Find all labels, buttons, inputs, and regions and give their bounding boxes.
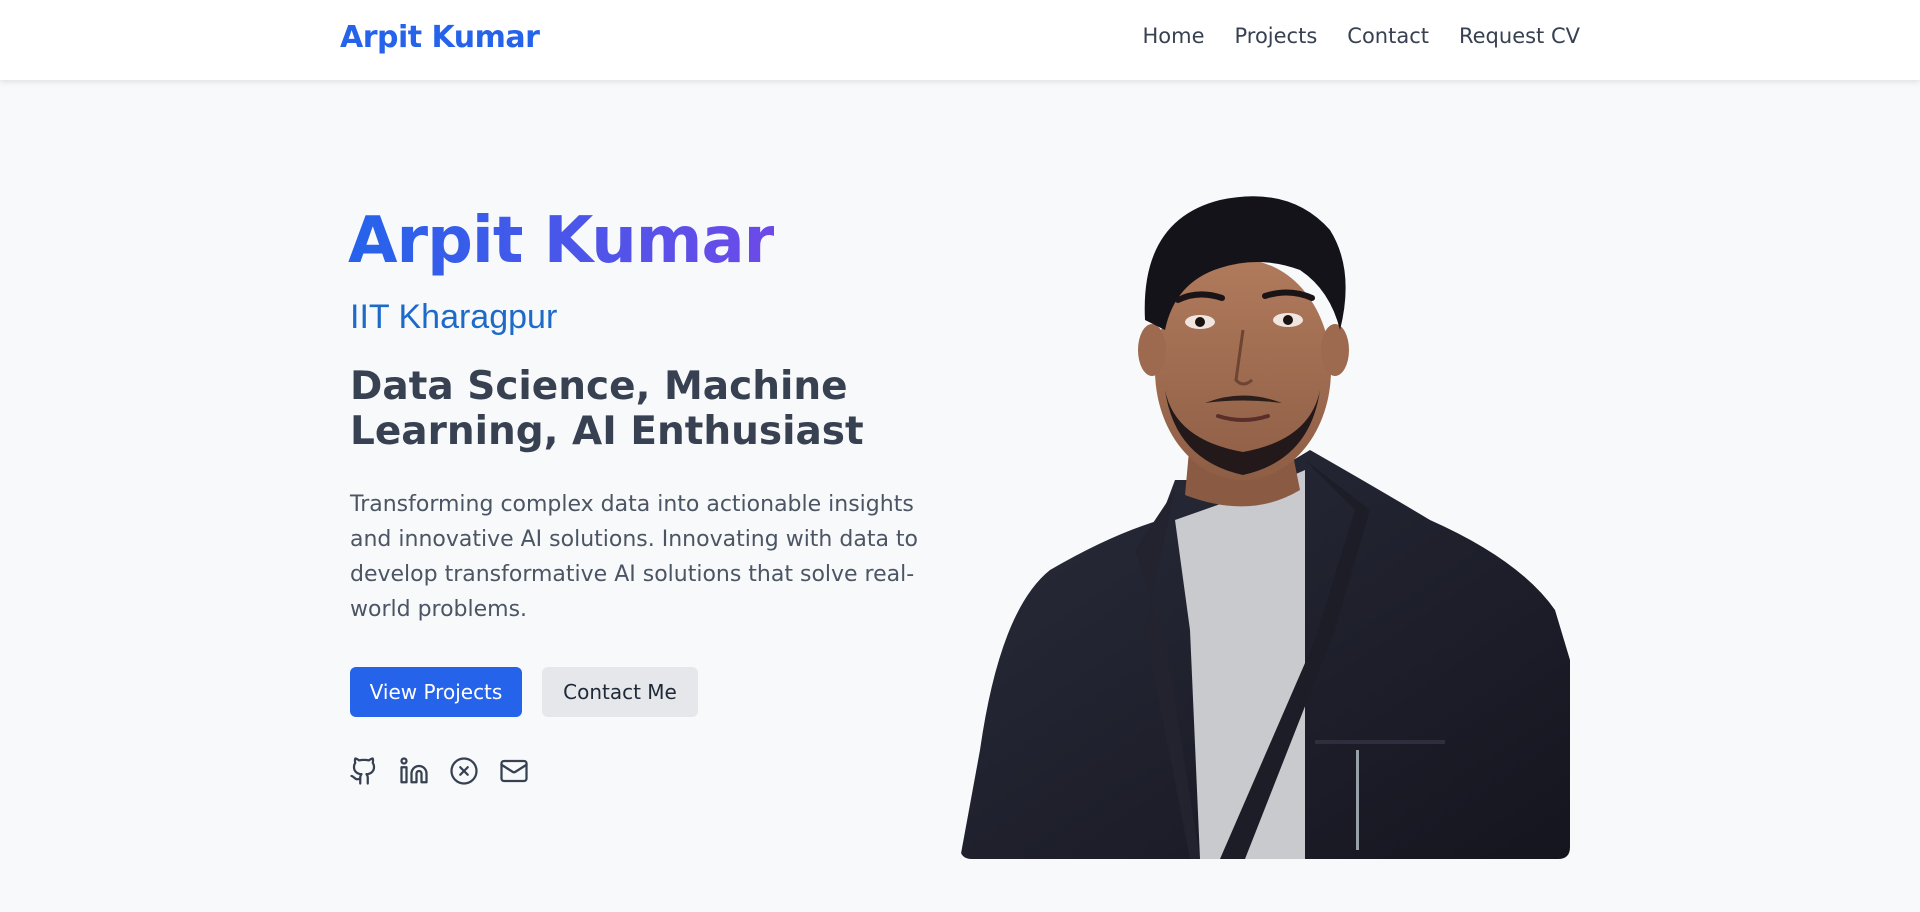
profile-photo (960, 190, 1570, 859)
linkedin-icon[interactable] (399, 756, 429, 786)
x-circle-icon[interactable] (449, 756, 479, 786)
hero-school: IIT Kharagpur (350, 298, 558, 336)
brand-logo[interactable]: Arpit Kumar (340, 20, 540, 55)
hero-name: Arpit Kumar (348, 204, 775, 278)
profile-photo-illustration (960, 196, 1570, 859)
mail-icon[interactable] (499, 756, 529, 786)
navbar: Arpit Kumar Home Projects Contact Reques… (0, 0, 1920, 80)
github-icon[interactable] (349, 756, 379, 786)
nav-contact[interactable]: Contact (1347, 24, 1429, 48)
nav-request-cv[interactable]: Request CV (1459, 24, 1580, 48)
view-projects-button[interactable]: View Projects (350, 667, 522, 717)
nav-home[interactable]: Home (1142, 24, 1204, 48)
nav-links: Home Projects Contact Request CV (1142, 24, 1580, 48)
social-links (349, 756, 529, 786)
nav-projects[interactable]: Projects (1234, 24, 1317, 48)
hero-description: Transforming complex data into actionabl… (350, 492, 919, 622)
hero-role: Data Science, Machine Learning, AI Enthu… (350, 364, 864, 454)
contact-me-button[interactable]: Contact Me (542, 667, 698, 717)
